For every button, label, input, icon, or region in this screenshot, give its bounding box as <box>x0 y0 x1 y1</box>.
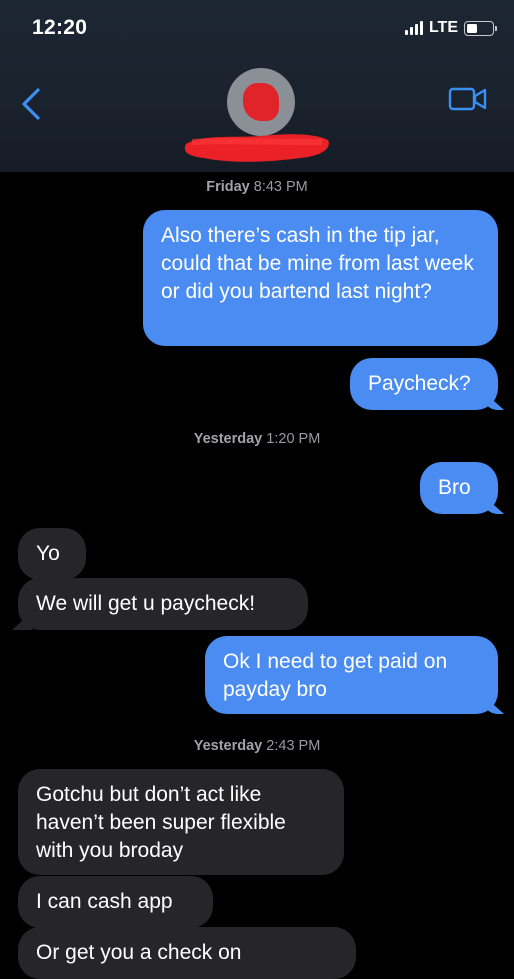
received-message[interactable]: Or get you a check on <box>18 927 356 979</box>
back-chevron-icon[interactable] <box>18 86 46 122</box>
received-message[interactable]: I can cash app <box>18 876 213 928</box>
received-message[interactable]: We will get u paycheck! <box>18 578 308 630</box>
battery-icon <box>464 20 497 36</box>
status-time: 12:20 <box>32 16 88 39</box>
status-indicators: LTE <box>404 19 497 37</box>
message-thread[interactable]: Friday 8:43 PM Also there’s cash in the … <box>0 172 514 979</box>
timestamp: Yesterday 2:43 PM <box>193 738 321 754</box>
conversation-header: 12:20 LTE <box>0 0 514 172</box>
received-message[interactable]: Yo <box>18 528 86 580</box>
sent-message[interactable]: Also there’s cash in the tip jar, could … <box>143 210 498 346</box>
sent-message[interactable]: Bro <box>420 462 498 514</box>
network-label: LTE <box>428 19 458 36</box>
sent-message[interactable]: Ok I need to get paid on payday bro <box>205 636 498 714</box>
timestamp: Friday 8:43 PM <box>206 179 308 195</box>
avatar-redaction <box>243 83 279 121</box>
video-camera-icon[interactable] <box>448 86 488 112</box>
received-message[interactable]: Gotchu but don’t act like haven’t been s… <box>18 769 344 875</box>
contact-name-redaction <box>184 134 329 162</box>
signal-icon <box>404 21 423 35</box>
timestamp: Yesterday 1:20 PM <box>193 431 321 447</box>
sent-message[interactable]: Paycheck? <box>350 358 498 410</box>
